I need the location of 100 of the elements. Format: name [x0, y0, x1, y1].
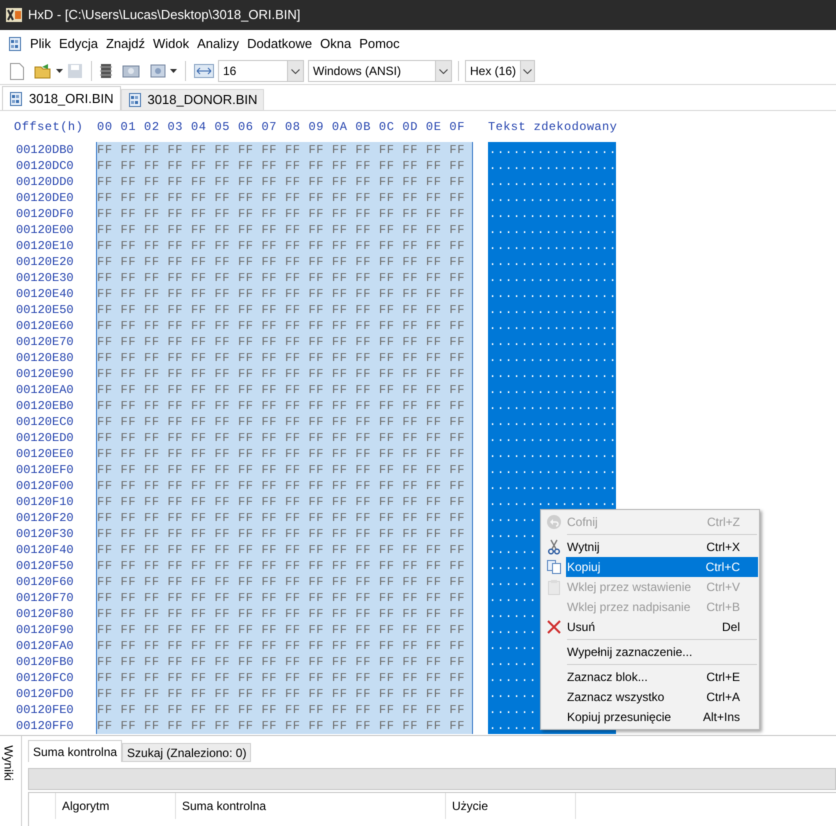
dropdown[interactable]: Hex (16): [465, 60, 535, 82]
menu-item[interactable]: Widok: [153, 34, 190, 54]
offset-label: 00120FF0: [16, 718, 75, 734]
context-menu-item[interactable]: Usuń Del: [542, 617, 758, 637]
offset-label: 00120EF0: [16, 462, 75, 478]
menu-item[interactable]: Znajdź: [106, 34, 146, 54]
undo-icon: [546, 514, 562, 530]
context-menu-item[interactable]: Kopiuj przesunięcie Alt+Ins: [542, 707, 758, 727]
file-tab[interactable]: 3018_ORI.BIN: [2, 86, 121, 110]
offset-label: 00120FC0: [16, 670, 75, 686]
text-header: Tekst zdekodowany: [488, 118, 618, 134]
offset-label: 00120F00: [16, 478, 75, 494]
decoded-text: ......: [489, 591, 538, 605]
menu-item[interactable]: Pomoc: [359, 34, 400, 54]
caret-icon[interactable]: [56, 69, 63, 73]
menu-item[interactable]: Plik: [30, 34, 51, 54]
menu-item[interactable]: Dodatkowe: [247, 34, 312, 54]
hex-bytes: FF FF FF FF FF FF FF FF FF FF FF FF FF FF FF FF: [97, 590, 466, 606]
hex-bytes: FF FF FF FF FF FF FF FF FF FF FF FF FF FF FF FF: [97, 574, 466, 590]
decoded-text: ......: [489, 687, 538, 701]
offset-label: 00120FE0: [16, 702, 75, 718]
open-folder-icon[interactable]: [34, 63, 52, 79]
context-menu-item[interactable]: Zaznacz blok... Ctrl+E: [542, 667, 758, 687]
decoded-text: ................: [489, 271, 618, 285]
chevron-down-icon: [291, 68, 300, 74]
context-menu-item[interactable]: Wypełnij zaznaczenie...: [542, 642, 758, 662]
decoded-text: ................: [489, 495, 618, 509]
offset-label: 00120EA0: [16, 382, 75, 398]
hex-bytes: FF FF FF FF FF FF FF FF FF FF FF FF FF FF FF FF: [97, 222, 466, 238]
context-menu-item[interactable]: Zaznacz wszystko Ctrl+A: [542, 687, 758, 707]
hex-bytes: FF FF FF FF FF FF FF FF FF FF FF FF FF FF FF FF: [97, 686, 466, 702]
hex-bytes: FF FF FF FF FF FF FF FF FF FF FF FF FF FF FF FF: [97, 238, 466, 254]
menu-item[interactable]: Edycja: [58, 34, 98, 54]
offset-label: 00120E40: [16, 286, 75, 302]
offset-label: 00120DC0: [16, 158, 75, 174]
chip-icon[interactable]: [100, 63, 112, 79]
decoded-text: ......: [489, 639, 538, 653]
chevron-down-icon: [439, 68, 448, 74]
decoded-text: ................: [489, 447, 618, 461]
dropdown[interactable]: Windows (ANSI): [308, 60, 452, 82]
offset-label: 00120E30: [16, 270, 75, 286]
offset-label: 00120ED0: [16, 430, 75, 446]
hex-bytes: FF FF FF FF FF FF FF FF FF FF FF FF FF FF FF FF: [97, 334, 466, 350]
column-header[interactable]: Algorytm: [56, 793, 176, 819]
column-header[interactable]: Suma kontrolna: [176, 793, 446, 819]
context-menu-item[interactable]: Kopiuj Ctrl+C: [542, 557, 758, 577]
offset-label: 00120E60: [16, 318, 75, 334]
hex-bytes: FF FF FF FF FF FF FF FF FF FF FF FF FF FF FF FF: [97, 606, 466, 622]
decoded-text: ................: [489, 287, 618, 301]
new-file-icon[interactable]: [10, 62, 24, 80]
hex-bytes: FF FF FF FF FF FF FF FF FF FF FF FF FF FF FF FF: [97, 190, 466, 206]
decoded-text: ......: [489, 703, 538, 717]
decoded-text: ................: [489, 319, 618, 333]
decoded-text: ......: [489, 623, 538, 637]
caret-icon[interactable]: [170, 69, 177, 73]
menu-item[interactable]: Okna: [320, 34, 352, 54]
context-menu-item[interactable]: Wytnij Ctrl+X: [542, 537, 758, 557]
menu-item[interactable]: Analizy: [197, 34, 240, 54]
offset-label: 00120E00: [16, 222, 75, 238]
results-tab[interactable]: Suma kontrolna: [28, 740, 122, 762]
hex-bytes: FF FF FF FF FF FF FF FF FF FF FF FF FF FF FF FF: [97, 446, 466, 462]
column-header[interactable]: Użycie: [446, 793, 576, 819]
scissors-icon: [547, 539, 561, 555]
hex-bytes: FF FF FF FF FF FF FF FF FF FF FF FF FF FF FF FF: [97, 158, 466, 174]
column-width-icon[interactable]: [194, 64, 214, 78]
decoded-text: ................: [489, 303, 618, 317]
column-header: 00 01 02 03 04 05 06 07 08 09 0A 0B 0C 0D 0E 0F: [96, 118, 466, 134]
hex-bytes: FF FF FF FF FF FF FF FF FF FF FF FF FF FF FF FF: [97, 286, 466, 302]
offset-label: 00120DB0: [16, 142, 75, 158]
offset-label: 00120F20: [16, 510, 75, 526]
hex-bytes: FF FF FF FF FF FF FF FF FF FF FF FF FF FF FF FF: [97, 174, 466, 190]
decoded-text: ......: [489, 607, 538, 621]
hex-bytes: FF FF FF FF FF FF FF FF FF FF FF FF FF FF FF FF: [97, 558, 466, 574]
hex-bytes: FF FF FF FF FF FF FF FF FF FF FF FF FF FF FF FF: [97, 542, 466, 558]
hex-bytes: FF FF FF FF FF FF FF FF FF FF FF FF FF FF FF FF: [97, 638, 466, 654]
hex-file-icon: [128, 93, 142, 107]
hex-bytes: FF FF FF FF FF FF FF FF FF FF FF FF FF FF FF FF: [97, 478, 466, 494]
hex-bytes: FF FF FF FF FF FF FF FF FF FF FF FF FF FF FF FF: [97, 494, 466, 510]
offset-label: 00120E70: [16, 334, 75, 350]
file-tab[interactable]: 3018_DONOR.BIN: [120, 89, 264, 110]
decoded-text: ................: [489, 255, 618, 269]
offset-label: 00120FD0: [16, 686, 75, 702]
decoded-text: ......: [489, 543, 538, 557]
dropdown[interactable]: 16: [218, 60, 304, 82]
offset-label: 00120F50: [16, 558, 75, 574]
decoded-text: ................: [489, 239, 618, 253]
decoded-text: ......: [489, 559, 538, 573]
offset-label: 00120DE0: [16, 190, 75, 206]
hex-bytes: FF FF FF FF FF FF FF FF FF FF FF FF FF FF FF FF: [97, 254, 466, 270]
offset-label: 00120FA0: [16, 638, 75, 654]
hex-bytes: FF FF FF FF FF FF FF FF FF FF FF FF FF FF FF FF: [97, 206, 466, 222]
offset-label: 00120F60: [16, 574, 75, 590]
offset-label: 00120EE0: [16, 446, 75, 462]
hex-bytes: FF FF FF FF FF FF FF FF FF FF FF FF FF FF FF FF: [97, 414, 466, 430]
offset-label: 00120EC0: [16, 414, 75, 430]
results-tab[interactable]: Szukaj (Znaleziono: 0): [122, 743, 252, 762]
decoded-text: ................: [489, 191, 618, 205]
hex-bytes: FF FF FF FF FF FF FF FF FF FF FF FF FF FF FF FF: [97, 350, 466, 366]
decoded-text: ................: [489, 335, 618, 349]
side-label[interactable]: Wyniki: [0, 745, 18, 781]
